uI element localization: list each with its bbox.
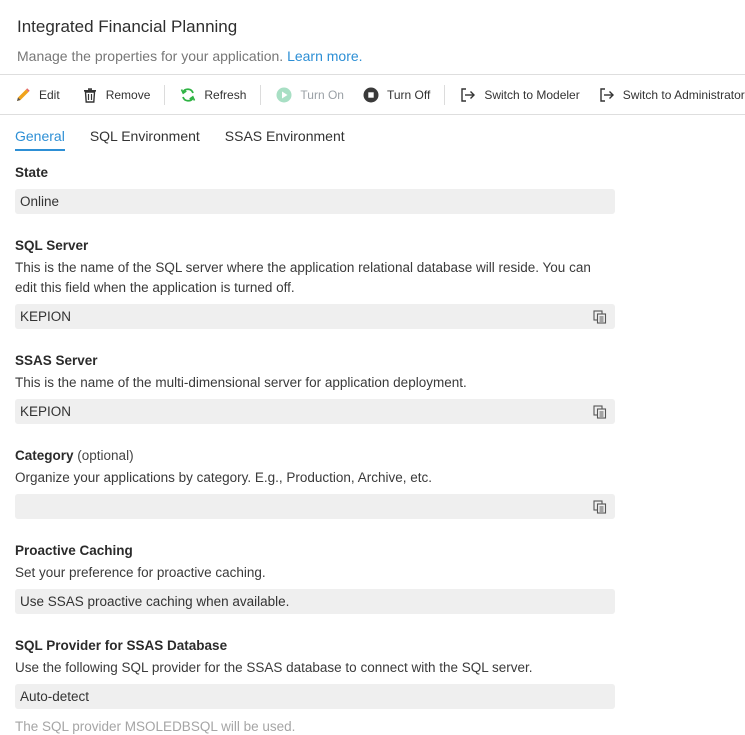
trash-icon	[81, 86, 99, 104]
page-subtitle: Manage the properties for your applicati…	[17, 47, 735, 65]
switch-icon	[459, 86, 477, 104]
pencil-icon	[14, 86, 32, 104]
switch-icon	[598, 86, 616, 104]
proactive-caching-description: Set your preference for proactive cachin…	[15, 565, 266, 580]
remove-button[interactable]: Remove	[81, 75, 151, 114]
refresh-button[interactable]: Refresh	[179, 75, 246, 114]
category-label: Category (optional)	[15, 447, 615, 465]
switch-to-modeler-label: Switch to Modeler	[484, 87, 580, 102]
ssas-server-description: This is the name of the multi-dimensiona…	[15, 375, 467, 390]
page-header: Integrated Financial Planning Manage the…	[17, 16, 735, 65]
sql-provider-section: SQL Provider for SSAS Database Use the f…	[15, 637, 615, 735]
refresh-icon	[179, 86, 197, 104]
turn-off-label: Turn Off	[386, 87, 431, 102]
ssas-server-field[interactable]: KEPION	[15, 399, 615, 424]
page-title: Integrated Financial Planning	[17, 17, 238, 36]
copy-icon[interactable]	[592, 499, 608, 515]
proactive-caching-field[interactable]: Use SSAS proactive caching when availabl…	[15, 589, 615, 614]
ssas-server-label: SSAS Server	[15, 353, 98, 368]
toolbar-divider	[260, 84, 262, 105]
copy-icon[interactable]	[592, 309, 608, 325]
remove-label: Remove	[105, 87, 151, 102]
edit-button[interactable]: Edit	[14, 75, 60, 114]
turn-off-button[interactable]: Turn Off	[362, 75, 430, 114]
category-section: Category (optional) Organize your applic…	[15, 447, 615, 519]
refresh-label: Refresh	[204, 87, 247, 102]
category-label-text: Category	[15, 448, 74, 463]
tab-bar: General SQL Environment SSAS Environment	[15, 128, 370, 151]
switch-to-administrator-button[interactable]: Switch to Administrator	[598, 75, 745, 114]
copy-icon[interactable]	[592, 404, 608, 420]
turn-on-button[interactable]: Turn On	[275, 75, 344, 114]
turn-on-label: Turn On	[300, 87, 344, 102]
sql-server-field[interactable]: KEPION	[15, 304, 615, 329]
sql-server-label: SQL Server	[15, 238, 89, 253]
tab-ssas-environment[interactable]: SSAS Environment	[225, 128, 345, 151]
state-section: State Online	[15, 164, 615, 214]
sql-provider-field[interactable]: Auto-detect	[15, 684, 615, 709]
proactive-caching-value: Use SSAS proactive caching when availabl…	[20, 594, 290, 609]
toolbar-divider	[444, 84, 446, 105]
play-icon	[275, 86, 293, 104]
sql-provider-value: Auto-detect	[20, 689, 90, 704]
optional-tag: (optional)	[77, 448, 134, 463]
general-form: State Online SQL Server This is the name…	[15, 164, 615, 735]
switch-to-modeler-button[interactable]: Switch to Modeler	[459, 75, 580, 114]
edit-label: Edit	[39, 87, 60, 102]
sql-server-section: SQL Server This is the name of the SQL s…	[15, 237, 615, 329]
proactive-caching-label: Proactive Caching	[15, 543, 133, 558]
subtitle-text: Manage the properties for your applicati…	[17, 48, 284, 64]
proactive-caching-section: Proactive Caching Set your preference fo…	[15, 542, 615, 614]
state-value: Online	[20, 194, 60, 209]
ssas-server-value: KEPION	[20, 404, 72, 419]
state-label: State	[15, 165, 49, 180]
sql-provider-description: Use the following SQL provider for the S…	[15, 660, 533, 675]
sql-server-value: KEPION	[20, 309, 72, 324]
category-description: Organize your applications by category. …	[15, 470, 432, 485]
sql-provider-label: SQL Provider for SSAS Database	[15, 638, 228, 653]
switch-to-administrator-label: Switch to Administrator	[622, 87, 745, 102]
toolbar: Edit Remove Refresh Turn On Turn Off Swi…	[0, 74, 745, 115]
sql-provider-note: The SQL provider MSOLEDBSQL will be used…	[15, 719, 296, 734]
category-field[interactable]	[15, 494, 615, 519]
sql-server-description: This is the name of the SQL server where…	[15, 260, 591, 295]
stop-icon	[362, 86, 380, 104]
toolbar-divider	[164, 84, 166, 105]
state-field: Online	[15, 189, 615, 214]
tab-general[interactable]: General	[15, 128, 65, 151]
ssas-server-section: SSAS Server This is the name of the mult…	[15, 352, 615, 424]
learn-more-link[interactable]: Learn more.	[287, 48, 362, 64]
tab-sql-environment[interactable]: SQL Environment	[90, 128, 200, 151]
